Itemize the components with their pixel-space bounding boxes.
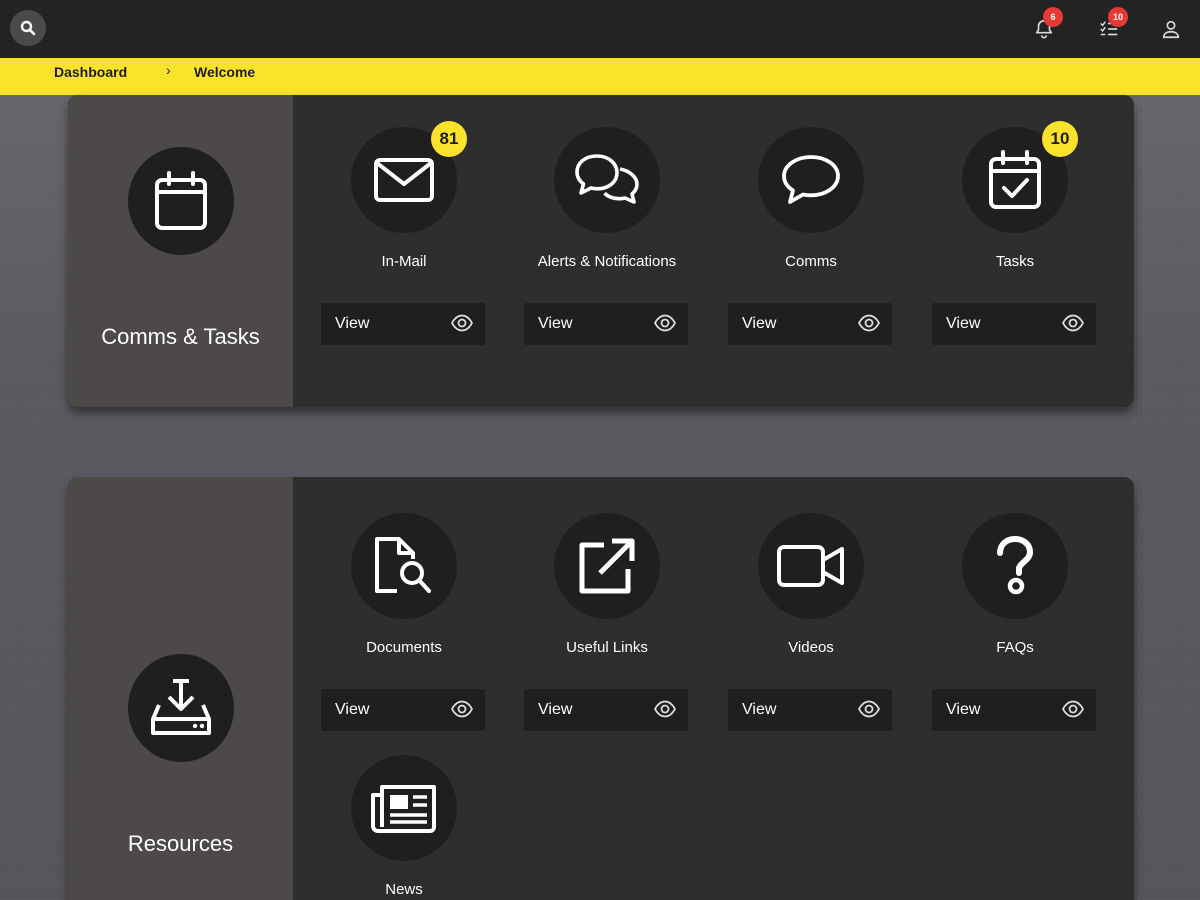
envelope-icon [374,158,434,202]
resources-title: Resources [127,831,234,856]
eye-icon [451,700,473,718]
documents-view-button[interactable]: View [321,689,485,731]
search-button[interactable] [10,10,46,46]
breadcrumb-dashboard[interactable]: Dashboard [54,64,127,80]
faqs-circle[interactable] [962,513,1068,619]
alerts-label: Alerts & Notifications [537,253,677,270]
in-mail-view-button[interactable]: View [321,303,485,345]
view-label: View [742,701,777,718]
user-menu-button[interactable] [1158,16,1184,42]
breadcrumb-welcome: Welcome [194,64,256,80]
resources-side: Resources [68,477,293,900]
user-icon [1162,20,1180,39]
documents-label: Documents [366,639,442,656]
breadcrumb: Dashboard › Welcome [0,58,1200,95]
eye-icon [451,314,473,332]
in-mail-badge: 81 [431,121,467,157]
view-label: View [946,701,981,718]
tasks-count-badge: 10 [1108,7,1128,27]
videos-view-button[interactable]: View [728,689,892,731]
tasks-button[interactable]: 10 [1096,7,1128,42]
useful-links-circle[interactable] [554,513,660,619]
tasks-label: Tasks [995,253,1035,270]
useful-links-label: Useful Links [566,639,648,656]
view-label: View [335,701,370,718]
view-label: View [742,315,777,332]
news-label: News [385,881,423,898]
calendar-icon [155,171,207,230]
download-tray-icon [151,679,211,735]
eye-icon [654,314,676,332]
search-icon [20,20,36,36]
in-mail-label: In-Mail [381,253,427,270]
alerts-view-button[interactable]: View [524,303,688,345]
view-label: View [538,315,573,332]
notifications-count-badge: 6 [1043,7,1063,27]
resources-panel: Resources Documents View Useful Links Vi… [68,477,1134,900]
external-link-icon [579,538,635,594]
resources-circle [128,654,234,762]
tasks-view-button[interactable]: View [932,303,1096,345]
comms-tasks-panel: Comms & Tasks 81 In-Mail View Alerts & N… [68,95,1134,407]
chat-bubbles-icon [575,154,639,204]
comms-circle[interactable] [758,127,864,233]
tasks-badge: 10 [1042,121,1078,157]
news-circle[interactable] [351,755,457,861]
eye-icon [1062,700,1084,718]
eye-icon [654,700,676,718]
question-icon [997,535,1034,595]
eye-icon [858,314,880,332]
documents-circle[interactable] [351,513,457,619]
newspaper-icon [371,785,436,833]
eye-icon [1062,314,1084,332]
faqs-label: FAQs [996,639,1034,656]
comms-tasks-title: Comms & Tasks [101,324,260,349]
calendar-check-icon [989,150,1041,209]
comms-label: Comms [785,253,837,270]
speech-bubble-icon [782,155,840,204]
breadcrumb-separator: › [166,62,171,78]
comms-tasks-side: Comms & Tasks [68,95,293,407]
video-camera-icon [777,545,844,587]
comms-tasks-circle [128,147,234,255]
notifications-button[interactable]: 6 [1031,7,1063,42]
alerts-circle[interactable] [554,127,660,233]
eye-icon [858,700,880,718]
view-label: View [335,315,370,332]
useful-links-view-button[interactable]: View [524,689,688,731]
document-search-icon [375,537,431,593]
top-bar: 6 10 [0,0,1200,58]
videos-label: Videos [788,639,834,656]
faqs-view-button[interactable]: View [932,689,1096,731]
videos-circle[interactable] [758,513,864,619]
view-label: View [538,701,573,718]
comms-view-button[interactable]: View [728,303,892,345]
view-label: View [946,315,981,332]
